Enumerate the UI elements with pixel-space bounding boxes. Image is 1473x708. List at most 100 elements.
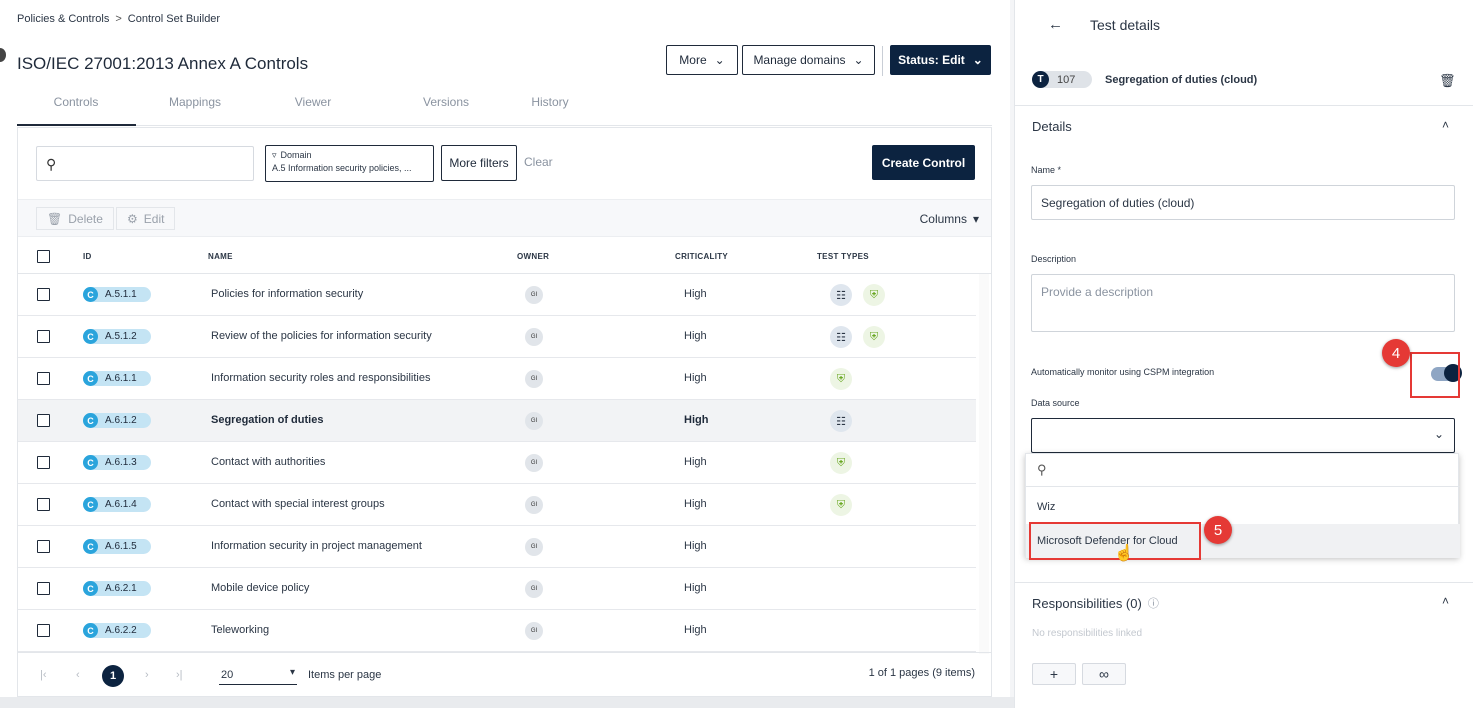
tab-viewer[interactable]: Viewer: [254, 95, 372, 109]
control-id-pill[interactable]: C A.6.1.2: [83, 413, 151, 428]
control-name[interactable]: Review of the policies for information s…: [211, 330, 432, 342]
more-filters-button[interactable]: More filters: [441, 145, 517, 181]
table-row[interactable]: C A.6.1.3 Contact with authorities GI High ⛨: [18, 442, 976, 484]
row-checkbox[interactable]: [37, 624, 50, 637]
header-id[interactable]: ID: [83, 252, 92, 261]
header-test-types[interactable]: TEST TYPES: [817, 252, 869, 261]
columns-button[interactable]: Columns ▾: [920, 212, 979, 226]
description-field[interactable]: Provide a description: [1031, 274, 1455, 332]
clipboard-icon[interactable]: ☷: [830, 284, 852, 306]
info-icon[interactable]: ⓘ: [1148, 595, 1159, 611]
header-criticality[interactable]: CRITICALITY: [675, 252, 728, 261]
header-name[interactable]: NAME: [208, 252, 233, 261]
control-set-builder-panel: Policies & Controls > Control Set Builde…: [0, 0, 1010, 708]
control-name[interactable]: Contact with authorities: [211, 456, 325, 468]
test-details-panel: ← Test details T 107 Segregation of duti…: [1014, 0, 1473, 708]
control-id: A.6.1.2: [105, 415, 137, 426]
manage-domains-button[interactable]: Manage domains ⌄: [742, 45, 875, 75]
shield-icon[interactable]: ⛨: [863, 284, 885, 306]
table-row[interactable]: C A.6.2.2 Teleworking GI High: [18, 610, 976, 652]
control-badge: C: [83, 539, 98, 554]
control-name[interactable]: Contact with special interest groups: [211, 498, 385, 510]
link-responsibility-button[interactable]: ∞: [1082, 663, 1126, 685]
control-id-pill[interactable]: C A.5.1.2: [83, 329, 151, 344]
back-arrow-icon[interactable]: ←: [1048, 16, 1063, 33]
name-field[interactable]: Segregation of duties (cloud): [1031, 185, 1455, 220]
data-source-select[interactable]: ⌄: [1031, 418, 1455, 453]
control-id-pill[interactable]: C A.6.1.5: [83, 539, 151, 554]
control-id-pill[interactable]: C A.6.1.3: [83, 455, 151, 470]
row-checkbox[interactable]: [37, 582, 50, 595]
menu-search-input[interactable]: ⚲: [1026, 454, 1460, 487]
shield-icon[interactable]: ⛨: [863, 326, 885, 348]
table-row[interactable]: C A.6.2.1 Mobile device policy GI High: [18, 568, 976, 610]
domain-filter-chip[interactable]: ▿ Domain A.5 Information security policie…: [265, 145, 434, 182]
create-control-button[interactable]: Create Control: [872, 145, 975, 180]
row-checkbox[interactable]: [37, 540, 50, 553]
clipboard-icon[interactable]: ☷: [830, 410, 852, 432]
shield-icon[interactable]: ⛨: [830, 494, 852, 516]
control-name[interactable]: Information security roles and responsib…: [211, 372, 431, 384]
control-id-pill[interactable]: C A.6.1.4: [83, 497, 151, 512]
control-name[interactable]: Policies for information security: [211, 288, 363, 300]
control-name[interactable]: Segregation of duties: [211, 414, 323, 426]
control-id-pill[interactable]: C A.5.1.1: [83, 287, 151, 302]
header-owner[interactable]: OWNER: [517, 252, 549, 261]
chevron-up-icon[interactable]: ˄: [1442, 118, 1449, 132]
header-divider: [882, 46, 883, 76]
table-row[interactable]: C A.6.1.5 Information security in project …: [18, 526, 976, 568]
chevron-up-icon[interactable]: ˄: [1442, 594, 1449, 608]
page-number-button[interactable]: 1: [102, 665, 124, 687]
delete-button[interactable]: 🗑 Delete: [36, 207, 114, 230]
last-page-icon[interactable]: ›|: [176, 669, 183, 681]
control-name[interactable]: Mobile device policy: [211, 582, 309, 594]
shield-icon[interactable]: ⛨: [830, 452, 852, 474]
breadcrumb-parent-link[interactable]: Policies & Controls: [17, 13, 109, 25]
select-all-checkbox[interactable]: [37, 250, 50, 263]
row-checkbox[interactable]: [37, 330, 50, 343]
status-button[interactable]: Status: Edit ⌄: [890, 45, 991, 75]
table-scrollbar[interactable]: [979, 274, 989, 654]
row-checkbox[interactable]: [37, 456, 50, 469]
prev-page-icon[interactable]: ‹: [76, 669, 80, 681]
row-checkbox[interactable]: [37, 372, 50, 385]
search-input[interactable]: ⚲: [36, 146, 254, 181]
table-row[interactable]: C A.5.1.2 Review of the policies for infor…: [18, 316, 976, 358]
control-id: A.6.1.4: [105, 499, 137, 510]
row-checkbox[interactable]: [37, 414, 50, 427]
clipboard-icon[interactable]: ☷: [830, 326, 852, 348]
control-badge: C: [83, 413, 98, 428]
more-button[interactable]: More ⌄: [666, 45, 738, 75]
table-row[interactable]: C A.6.1.1 Information security roles and r…: [18, 358, 976, 400]
option-wiz[interactable]: Wiz: [1026, 490, 1460, 524]
table-row[interactable]: C A.6.1.4 Contact with special interest gr…: [18, 484, 976, 526]
control-name[interactable]: Information security in project manageme…: [211, 540, 422, 552]
next-page-icon[interactable]: ›: [145, 669, 149, 681]
clear-filters-link[interactable]: Clear: [524, 155, 553, 169]
tab-bar: Controls Mappings Viewer Versions Histor…: [17, 88, 992, 126]
shield-icon[interactable]: ⛨: [830, 368, 852, 390]
control-id: A.5.1.2: [105, 331, 137, 342]
table-row[interactable]: C A.5.1.1 Policies for information securit…: [18, 274, 976, 316]
edit-button[interactable]: ⚙ Edit: [116, 207, 176, 230]
control-name[interactable]: Teleworking: [211, 624, 269, 636]
more-button-label: More: [679, 53, 707, 67]
tab-mappings[interactable]: Mappings: [136, 95, 254, 109]
delete-test-icon[interactable]: 🗑: [1439, 73, 1456, 89]
add-responsibility-button[interactable]: +: [1032, 663, 1076, 685]
row-checkbox[interactable]: [37, 288, 50, 301]
table-row[interactable]: C A.6.1.2 Segregation of duties GI High ☷: [18, 400, 976, 442]
owner-avatar: GI: [525, 370, 543, 388]
control-id-pill[interactable]: C A.6.2.2: [83, 623, 151, 638]
tab-history[interactable]: History: [491, 95, 609, 109]
owner-avatar: GI: [525, 538, 543, 556]
description-label: Description: [1031, 254, 1077, 264]
page-size-select[interactable]: 20 ▾: [219, 667, 297, 685]
tab-controls[interactable]: Controls: [17, 95, 135, 109]
control-id-pill[interactable]: C A.6.1.1: [83, 371, 151, 386]
control-badge: C: [83, 371, 98, 386]
control-id-pill[interactable]: C A.6.2.1: [83, 581, 151, 596]
first-page-icon[interactable]: |‹: [40, 669, 47, 681]
row-checkbox[interactable]: [37, 498, 50, 511]
tab-versions[interactable]: Versions: [387, 95, 505, 109]
